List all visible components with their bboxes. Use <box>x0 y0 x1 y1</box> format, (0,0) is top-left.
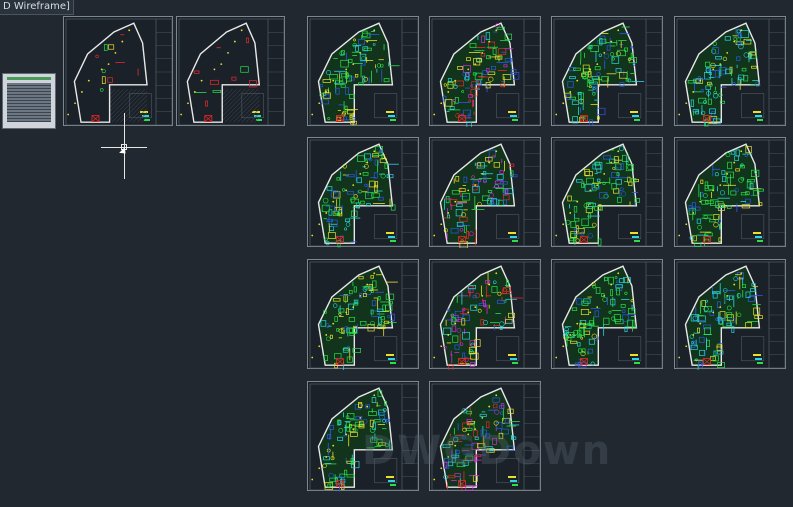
sheet-r2c2[interactable] <box>429 137 541 248</box>
sheet-r2c3[interactable] <box>551 137 663 247</box>
sheet-r1c3[interactable] <box>551 16 663 126</box>
sheet-2[interactable] <box>176 16 285 126</box>
sheet-r2c4[interactable] <box>674 137 786 247</box>
sheet-1[interactable] <box>63 16 173 126</box>
sheet-r3c3[interactable] <box>551 259 663 369</box>
sheet-r3c1[interactable] <box>307 259 419 370</box>
sheet-r1c4[interactable] <box>674 16 786 127</box>
sheet-r3c2[interactable] <box>429 259 541 370</box>
sheet-r2c1[interactable] <box>307 137 419 248</box>
thumbnail-sheet[interactable] <box>2 73 56 129</box>
sheet-r1c2[interactable] <box>429 16 541 127</box>
sheet-r1c1[interactable] <box>307 16 419 126</box>
thumbnail-grid <box>7 83 51 122</box>
sheet-r3c4[interactable] <box>674 259 786 370</box>
thumbnail-header-bar <box>7 77 51 80</box>
viewport-label[interactable]: D Wireframe] <box>0 0 74 15</box>
watermark: DWGDown <box>362 428 613 474</box>
